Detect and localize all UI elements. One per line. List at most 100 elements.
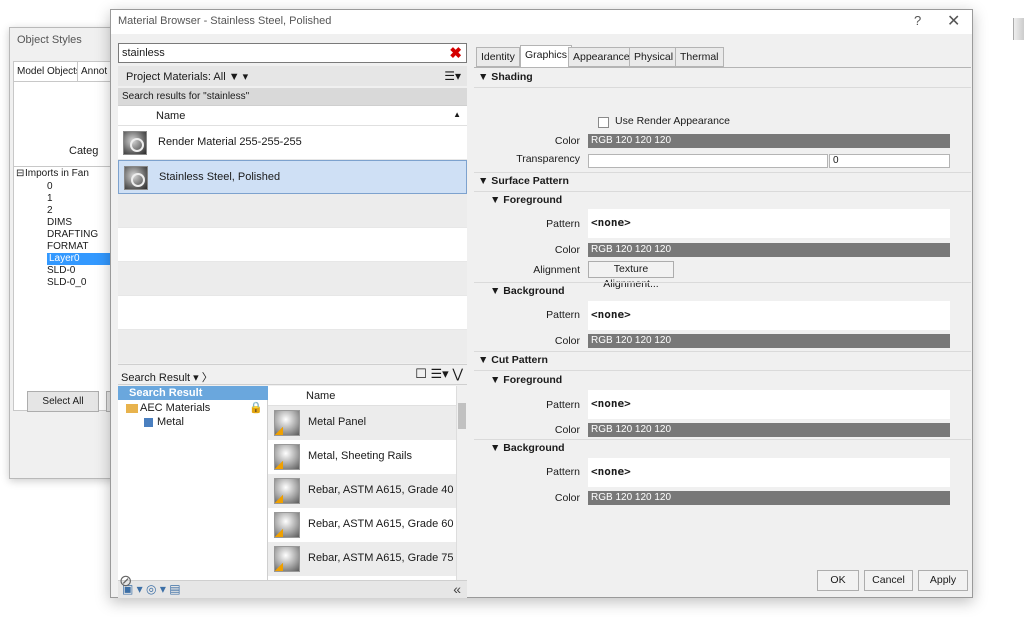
library-row[interactable]: Rebar, ASTM A615, Grade 40 — [268, 474, 456, 508]
color-label: Color — [554, 335, 580, 347]
material-sphere-icon — [274, 410, 300, 436]
divider — [474, 439, 971, 440]
tree-item-search-result[interactable]: Search Result — [118, 386, 268, 400]
scrollbar-thumb[interactable] — [458, 403, 466, 429]
use-render-appearance-label: Use Render Appearance — [615, 115, 730, 127]
surface-background-color[interactable]: RGB 120 120 120 — [588, 334, 950, 348]
search-value[interactable]: stainless — [122, 47, 165, 59]
ok-button[interactable]: OK — [817, 570, 859, 591]
close-icon[interactable]: ✕ — [947, 11, 960, 31]
tree-item-aec-materials[interactable]: AEC Materials — [126, 402, 210, 414]
view-options-icon[interactable]: ☰▾ — [444, 69, 461, 83]
color-label: Color — [554, 424, 580, 436]
name-header-label: Name — [156, 110, 186, 122]
search-results-label: Search results for "stainless" — [118, 88, 467, 105]
cut-pattern-section[interactable]: ▼ Cut Pattern — [478, 354, 548, 366]
tree-item-metal[interactable]: Metal — [144, 416, 184, 428]
tab-physical[interactable]: Physical — [629, 47, 679, 67]
surface-foreground-section[interactable]: ▼ Foreground — [490, 194, 562, 206]
library-name-label: Name — [306, 390, 336, 402]
search-input[interactable]: stainless ✖ — [118, 43, 467, 63]
tree-item[interactable]: 1 — [47, 193, 53, 205]
category-header: Categ — [69, 145, 99, 157]
tree-item[interactable]: DIMS — [47, 217, 72, 229]
transparency-label: Transparency — [516, 153, 580, 165]
lock-icon: 🔒 — [249, 402, 263, 414]
pattern-label: Pattern — [546, 218, 580, 230]
tree-item[interactable]: SLD-0_0 — [47, 277, 86, 289]
tab-model-objects[interactable]: Model Objects — [13, 61, 85, 81]
material-row-selected[interactable]: Stainless Steel, Polished — [118, 160, 467, 194]
apply-button[interactable]: Apply — [918, 570, 968, 591]
surface-pattern-section[interactable]: ▼ Surface Pattern — [478, 175, 569, 187]
tree-expand-icon[interactable]: ⊟ — [16, 168, 24, 180]
editor-pane: Identity Graphics Appearance Physical Th… — [474, 45, 971, 589]
color-label: Color — [554, 492, 580, 504]
material-row[interactable]: Render Material 255-255-255 — [118, 126, 467, 160]
use-render-appearance-checkbox[interactable] — [598, 117, 609, 128]
help-icon[interactable]: ? — [914, 13, 921, 28]
library-item-name: Metal, Sheeting Rails — [308, 450, 412, 462]
tree-item[interactable]: 2 — [47, 205, 53, 217]
tree-item[interactable]: FORMAT — [47, 241, 88, 253]
object-styles-window: Object Styles Model Objects Annot Categ … — [9, 27, 121, 479]
surface-foreground-pattern[interactable]: <none> — [588, 209, 950, 238]
library-name-header[interactable]: Name — [268, 386, 456, 406]
tab-appearance[interactable]: Appearance — [568, 47, 635, 67]
library-dropdown[interactable]: Search Result ▾ 〉 — [121, 369, 213, 385]
project-material-list: Name ▲ Render Material 255-255-255 Stain… — [118, 105, 467, 363]
surface-background-section[interactable]: ▼ Background — [490, 285, 565, 297]
library-toolbar-icons[interactable]: ☐ ☰▾ ⋁ — [415, 366, 463, 382]
surface-background-pattern[interactable]: <none> — [588, 301, 950, 330]
name-column-header[interactable]: Name ▲ — [118, 106, 467, 126]
category-icon — [144, 417, 153, 427]
library-item-name: Metal Panel — [308, 416, 367, 428]
dialog-footer: ⊘ OK Cancel Apply — [111, 565, 974, 598]
tree-item-imports[interactable]: Imports in Fan — [25, 168, 89, 180]
material-sphere-icon — [274, 478, 300, 504]
cut-background-section[interactable]: ▼ Background — [490, 442, 565, 454]
cut-foreground-color[interactable]: RGB 120 120 120 — [588, 423, 950, 437]
object-styles-title: Object Styles — [17, 34, 82, 46]
tab-identity[interactable]: Identity — [476, 47, 520, 67]
surface-foreground-color[interactable]: RGB 120 120 120 — [588, 243, 950, 257]
library-row[interactable]: Metal Panel — [268, 406, 456, 440]
cut-foreground-section[interactable]: ▼ Foreground — [490, 374, 562, 386]
tree-item[interactable]: 0 — [47, 181, 53, 193]
tab-annotation-objects[interactable]: Annot — [77, 61, 112, 81]
transparency-value[interactable]: 0 — [829, 154, 950, 168]
cut-background-color[interactable]: RGB 120 120 120 — [588, 491, 950, 505]
material-browser-dialog: Material Browser - Stainless Steel, Poli… — [110, 9, 973, 598]
recycle-bin-icon[interactable] — [1013, 18, 1024, 40]
no-symbol-icon[interactable]: ⊘ — [119, 571, 132, 591]
tree-item[interactable]: SLD-0 — [47, 265, 75, 277]
tree-label: Metal — [157, 416, 184, 428]
tab-thermal[interactable]: Thermal — [675, 47, 724, 67]
divider — [474, 87, 971, 88]
tab-graphics[interactable]: Graphics — [520, 45, 573, 68]
divider — [474, 282, 971, 283]
tree-item[interactable]: DRAFTING — [47, 229, 98, 241]
clear-search-icon[interactable]: ✖ — [449, 44, 462, 62]
material-sphere-icon — [274, 512, 300, 538]
empty-row — [118, 296, 467, 330]
cancel-button[interactable]: Cancel — [864, 570, 913, 591]
select-all-button[interactable]: Select All — [27, 391, 99, 412]
library-row[interactable]: Metal, Sheeting Rails — [268, 440, 456, 474]
object-styles-tabs: Model Objects Annot — [13, 61, 120, 81]
library-scrollbar[interactable] — [456, 386, 467, 580]
library-bar: Search Result ▾ 〉 ☐ ☰▾ ⋁ — [118, 364, 467, 385]
tree-label: AEC Materials — [140, 402, 211, 414]
transparency-slider[interactable] — [588, 154, 828, 168]
cut-foreground-pattern[interactable]: <none> — [588, 390, 950, 419]
library-item-name: Rebar, ASTM A615, Grade 40 — [308, 484, 454, 496]
cut-background-pattern[interactable]: <none> — [588, 458, 950, 487]
pattern-label: Pattern — [546, 399, 580, 411]
shading-section[interactable]: ▼ Shading — [478, 71, 533, 83]
project-materials-filter[interactable]: Project Materials: All ▼ ▾ — [126, 70, 248, 83]
library-row[interactable]: Rebar, ASTM A615, Grade 60 — [268, 508, 456, 542]
shading-color-swatch[interactable]: RGB 120 120 120 — [588, 134, 950, 148]
divider — [474, 351, 971, 352]
texture-alignment-button[interactable]: Texture Alignment... — [588, 261, 674, 290]
pattern-label: Pattern — [546, 309, 580, 321]
